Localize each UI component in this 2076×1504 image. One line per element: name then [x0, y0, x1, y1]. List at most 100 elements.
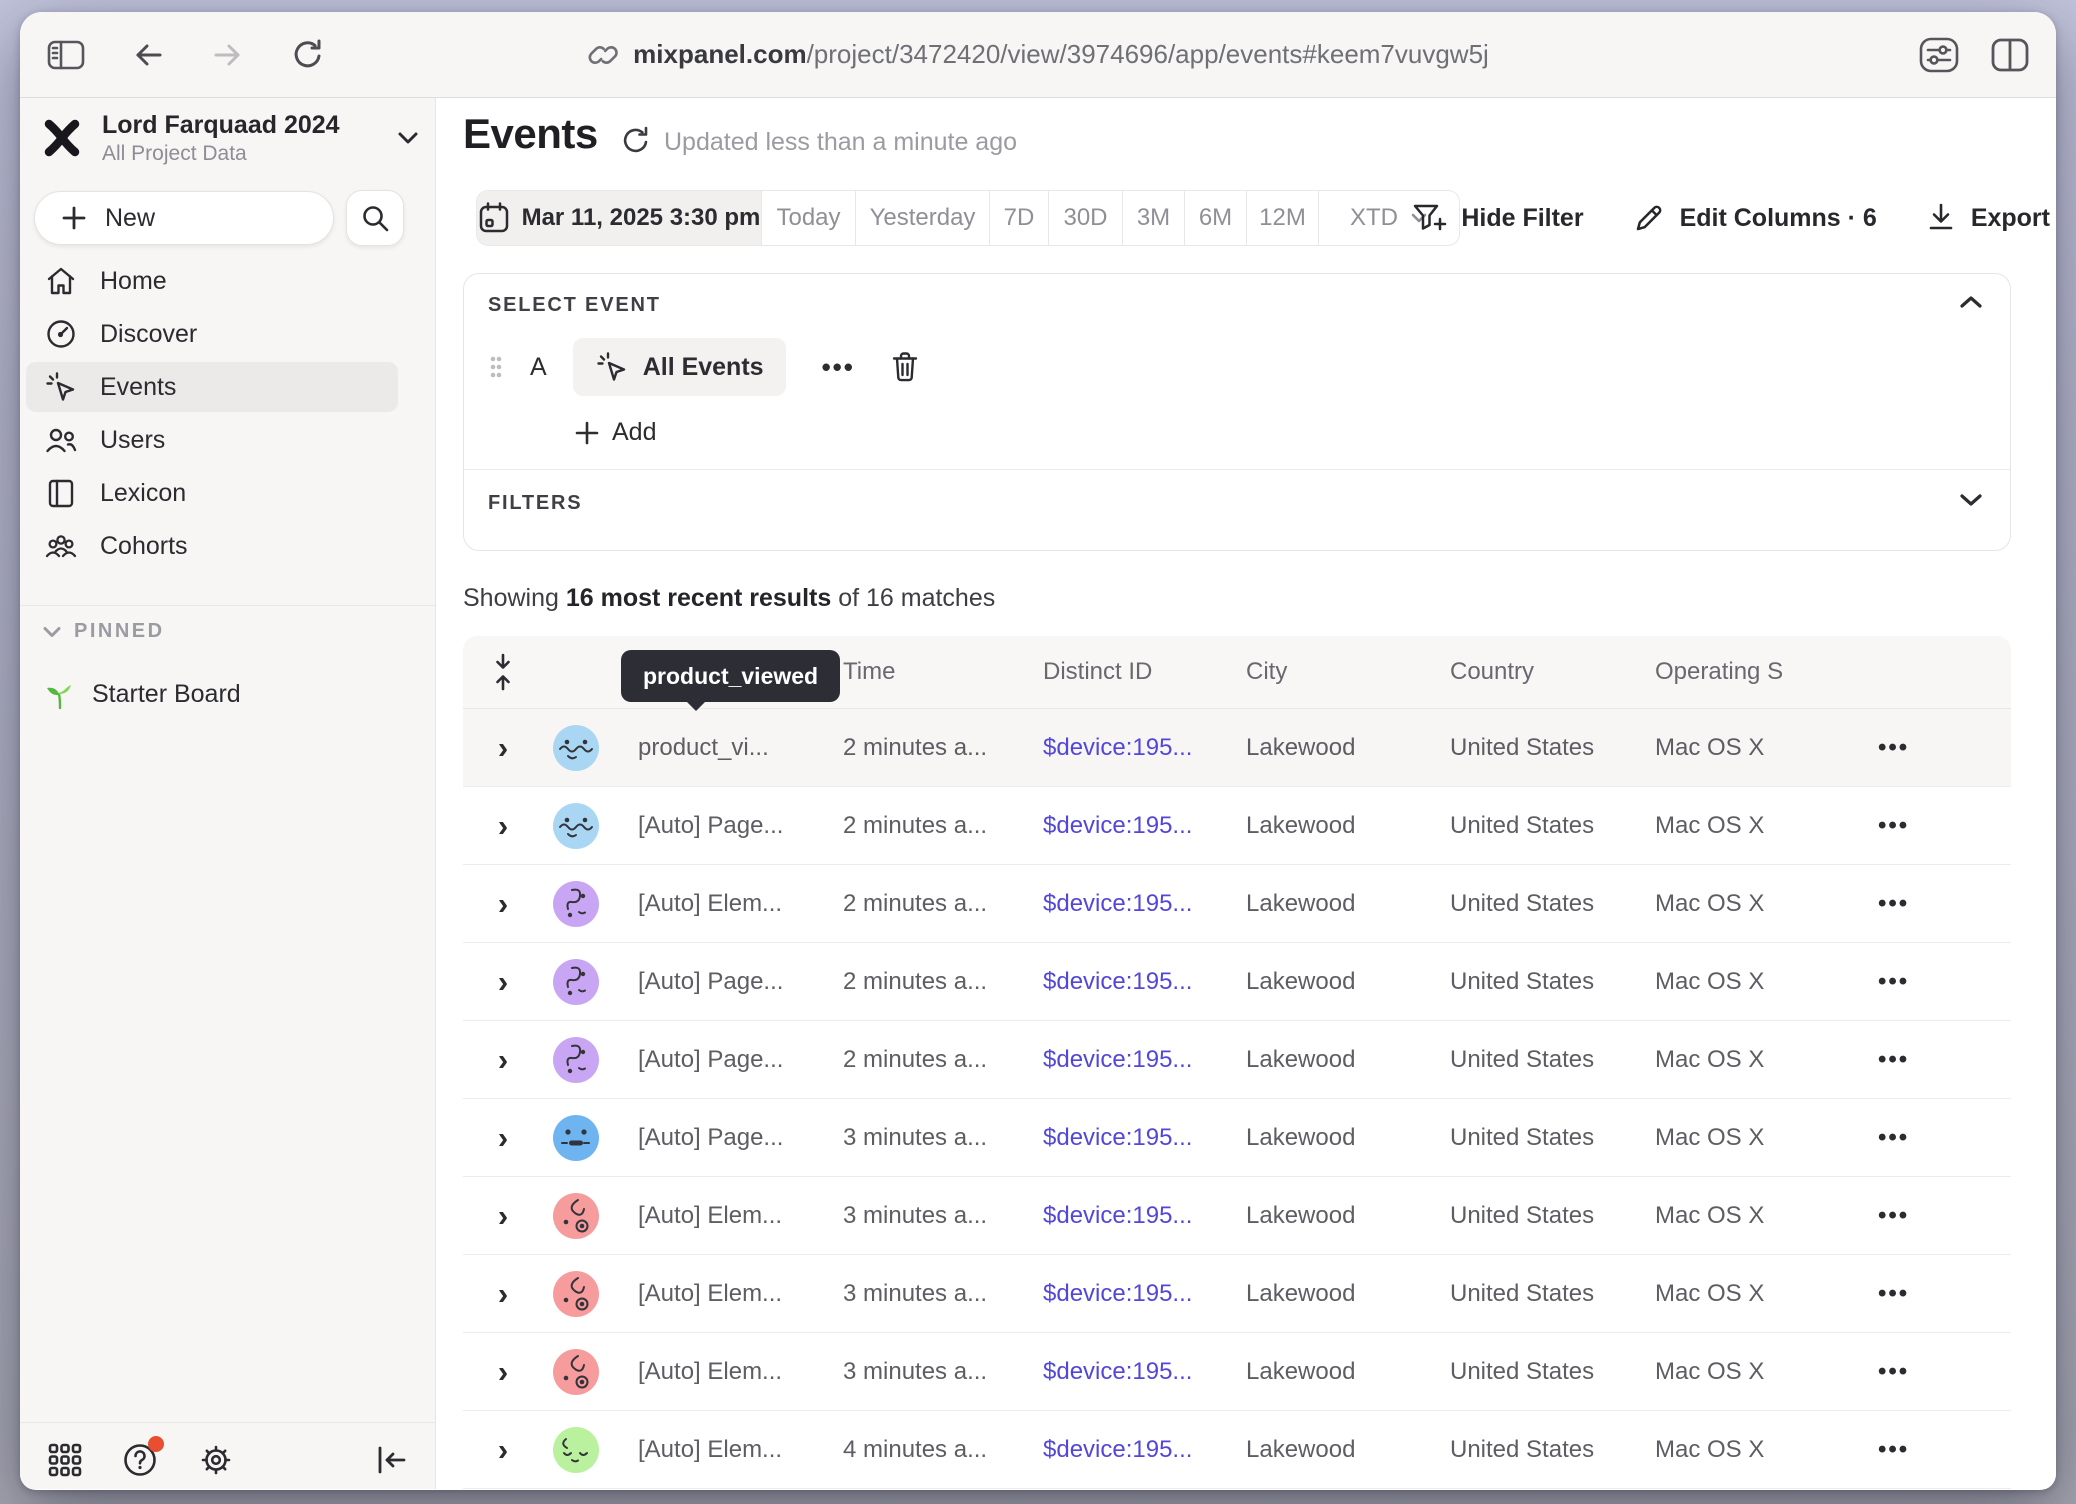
distinct-id-link[interactable]: $device:195... — [1043, 1124, 1246, 1152]
distinct-id-link[interactable]: $device:195... — [1043, 1046, 1246, 1074]
sidebar-item-home[interactable]: Home — [26, 256, 398, 306]
operating-system: Mac OS X — [1655, 734, 1878, 762]
column-header-country[interactable]: Country — [1450, 658, 1655, 686]
project-name: Lord Farquaad 2024 — [102, 110, 340, 141]
column-header-city[interactable]: City — [1246, 658, 1450, 686]
table-row[interactable]: › [Auto] Page... 2 minutes a... $device:… — [463, 1021, 2011, 1099]
column-header-os[interactable]: Operating S — [1655, 658, 1878, 686]
chevron-down-icon[interactable] — [1958, 492, 1984, 508]
event-avatar — [553, 1271, 599, 1317]
table-row[interactable]: › [Auto] Page... 3 minutes a... $device:… — [463, 1099, 2011, 1177]
table-row[interactable]: › [Auto] Page... 2 minutes a... $device:… — [463, 943, 2011, 1021]
sidebar-item-events[interactable]: Events — [26, 362, 398, 412]
city: Lakewood — [1246, 890, 1450, 918]
sidebar-item-discover[interactable]: Discover — [26, 309, 398, 359]
refresh-icon[interactable] — [619, 124, 653, 158]
range-12m[interactable]: 12M — [1247, 191, 1319, 245]
distinct-id-link[interactable]: $device:195... — [1043, 890, 1246, 918]
chevron-up-icon[interactable] — [1958, 294, 1984, 310]
table-row[interactable]: › [Auto] Elem... 3 minutes a... $device:… — [463, 1255, 2011, 1333]
pinned-item-starter-board[interactable]: Starter Board — [26, 668, 398, 721]
page-title: Events — [463, 110, 598, 158]
event-name: [Auto] Page... — [638, 1046, 843, 1074]
table-row[interactable]: › [Auto] Elem... 2 minutes a... $device:… — [463, 865, 2011, 943]
sidebar-item-cohorts[interactable]: Cohorts — [26, 521, 398, 571]
row-actions-button[interactable]: ••• — [1878, 1358, 2011, 1386]
row-actions-button[interactable]: ••• — [1878, 968, 2011, 996]
add-event-button[interactable]: Add — [574, 418, 656, 447]
range-3m[interactable]: 3M — [1123, 191, 1185, 245]
pinned-section-header[interactable]: PINNED — [42, 620, 165, 643]
row-expand-chevron[interactable]: › — [498, 1200, 508, 1231]
row-expand-chevron[interactable]: › — [498, 1122, 508, 1153]
event-options-button[interactable]: ••• — [822, 352, 855, 383]
row-expand-chevron[interactable]: › — [498, 1434, 508, 1465]
distinct-id-link[interactable]: $device:195... — [1043, 1280, 1246, 1308]
row-actions-button[interactable]: ••• — [1878, 812, 2011, 840]
distinct-id-link[interactable]: $device:195... — [1043, 1202, 1246, 1230]
mixpanel-logo — [38, 114, 86, 162]
event-selector-chip[interactable]: All Events — [573, 338, 786, 396]
range-30d[interactable]: 30D — [1049, 191, 1123, 245]
export-button[interactable]: Export — [1925, 201, 2050, 235]
table-row[interactable]: › [Auto] Elem... 3 minutes a... $device:… — [463, 1333, 2011, 1411]
row-expand-chevron[interactable]: › — [498, 810, 508, 841]
row-expand-chevron[interactable]: › — [498, 1356, 508, 1387]
split-view-icon[interactable] — [1990, 37, 2030, 73]
column-header-time[interactable]: Time — [843, 658, 1043, 686]
row-actions-button[interactable]: ••• — [1878, 1124, 2011, 1152]
back-button-icon[interactable] — [130, 37, 166, 73]
collapse-sidebar-icon[interactable] — [373, 1443, 409, 1477]
event-time: 3 minutes a... — [843, 1280, 1043, 1308]
delete-event-button[interactable] — [889, 350, 921, 384]
row-expand-chevron[interactable]: › — [498, 966, 508, 997]
row-actions-button[interactable]: ••• — [1878, 1046, 2011, 1074]
reload-button-icon[interactable] — [290, 37, 326, 73]
address-bar[interactable]: mixpanel.com/project/3472420/view/397469… — [587, 12, 1489, 97]
distinct-id-link[interactable]: $device:195... — [1043, 812, 1246, 840]
sort-icon[interactable] — [463, 653, 543, 691]
row-expand-chevron[interactable]: › — [498, 888, 508, 919]
settings-gear-icon[interactable] — [196, 1440, 236, 1480]
row-expand-chevron[interactable]: › — [498, 1278, 508, 1309]
row-actions-button[interactable]: ••• — [1878, 1202, 2011, 1230]
sidebar-item-lexicon[interactable]: Lexicon — [26, 468, 398, 518]
link-icon — [587, 39, 619, 71]
sidebar-item-users[interactable]: Users — [26, 415, 398, 465]
event-avatar — [553, 959, 599, 1005]
row-expand-chevron[interactable]: › — [498, 1044, 508, 1075]
distinct-id-link[interactable]: $device:195... — [1043, 1358, 1246, 1386]
range-6m[interactable]: 6M — [1185, 191, 1247, 245]
help-button[interactable] — [120, 1440, 160, 1480]
project-switcher[interactable]: Lord Farquaad 2024 All Project Data — [38, 110, 421, 166]
row-actions-button[interactable]: ••• — [1878, 734, 2011, 762]
table-row[interactable]: › [Auto] Elem... 4 minutes a... $device:… — [463, 1411, 2011, 1489]
browser-settings-icon[interactable] — [1918, 36, 1960, 74]
table-row[interactable]: › [Auto] Page... 2 minutes a... $device:… — [463, 787, 2011, 865]
range-7d[interactable]: 7D — [990, 191, 1049, 245]
distinct-id-link[interactable]: $device:195... — [1043, 968, 1246, 996]
edit-columns-button[interactable]: Edit Columns · 6 — [1632, 201, 1877, 235]
column-header-distinct-id[interactable]: Distinct ID — [1043, 658, 1246, 686]
drag-handle[interactable] — [488, 351, 504, 383]
row-actions-button[interactable]: ••• — [1878, 1280, 2011, 1308]
row-actions-button[interactable]: ••• — [1878, 1436, 2011, 1464]
search-button[interactable] — [346, 190, 404, 246]
home-icon — [44, 264, 78, 298]
row-expand-chevron[interactable]: › — [498, 732, 508, 763]
browser-sidebar-toggle-icon[interactable] — [46, 38, 86, 72]
event-row-letter: A — [530, 353, 547, 382]
new-button[interactable]: New — [34, 191, 334, 245]
forward-button-icon[interactable] — [210, 37, 246, 73]
date-picker-button[interactable]: Mar 11, 2025 3:30 pm — [477, 191, 762, 245]
table-row[interactable]: › [Auto] Elem... 3 minutes a... $device:… — [463, 1177, 2011, 1255]
hide-filter-button[interactable]: Hide Filter — [1411, 201, 1583, 235]
row-actions-button[interactable]: ••• — [1878, 890, 2011, 918]
distinct-id-link[interactable]: $device:195... — [1043, 734, 1246, 762]
apps-grid-icon[interactable] — [46, 1441, 84, 1479]
range-yesterday[interactable]: Yesterday — [856, 191, 990, 245]
range-today[interactable]: Today — [762, 191, 856, 245]
country: United States — [1450, 1202, 1655, 1230]
distinct-id-link[interactable]: $device:195... — [1043, 1436, 1246, 1464]
event-time: 4 minutes a... — [843, 1436, 1043, 1464]
